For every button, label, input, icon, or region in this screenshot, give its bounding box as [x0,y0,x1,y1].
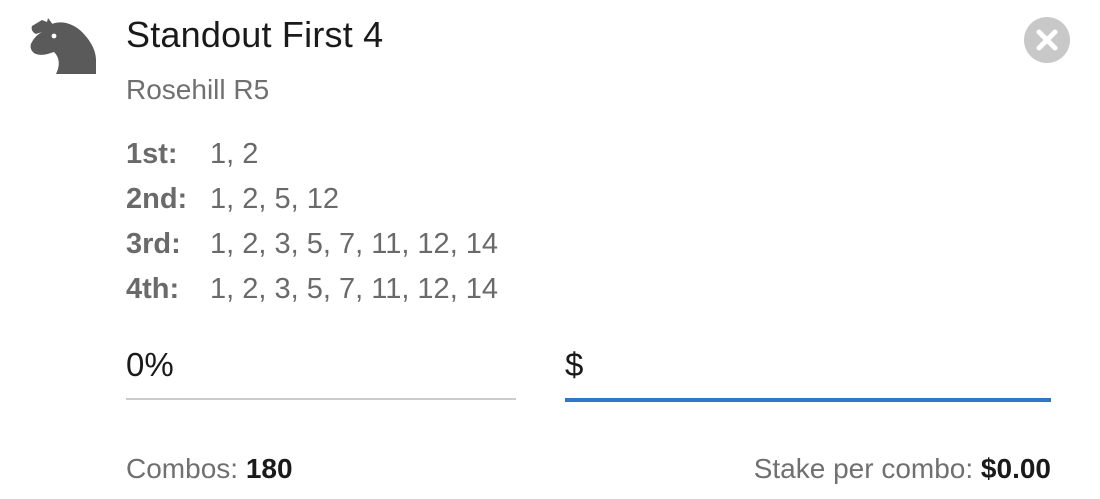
runner-numbers: 1, 2 [210,138,259,170]
percentage-value: 0% [126,346,174,383]
combos-label: Combos: [126,453,239,484]
runner-numbers: 1, 2, 5, 12 [210,183,339,215]
horse-head-icon [26,16,98,76]
selection-row-4th: 4th: 1, 2, 3, 5, 7, 11, 12, 14 [126,271,498,316]
selections-list: 1st: 1, 2 2nd: 1, 2, 5, 12 3rd: 1, 2, 3, 5,… [126,136,498,316]
close-icon [1036,29,1058,51]
position-label: 3rd: [126,228,181,260]
position-label: 1st: [126,138,178,170]
stake-per-combo-label: Stake per combo: [753,453,974,484]
runner-numbers: 1, 2, 3, 5, 7, 11, 12, 14 [210,228,499,260]
percentage-input[interactable]: 0% [126,338,516,400]
stake-input[interactable]: $ [565,338,1051,402]
runner-numbers: 1, 2, 3, 5, 7, 11, 12, 14 [210,273,499,305]
selection-row-1st: 1st: 1, 2 [126,136,498,181]
stake-per-combo-value: $0.00 [980,453,1051,484]
close-button[interactable] [1024,17,1070,63]
selection-row-2nd: 2nd: 1, 2, 5, 12 [126,181,498,226]
stake-per-combo-summary: Stake per combo: $0.00 [754,453,1051,485]
currency-prefix: $ [565,346,584,383]
combos-summary: Combos: 180 [126,453,293,485]
selection-row-3rd: 3rd: 1, 2, 3, 5, 7, 11, 12, 14 [126,226,498,271]
position-label: 4th: [126,273,180,305]
bet-title: Standout First 4 [126,14,384,55]
race-subtitle: Rosehill R5 [126,74,270,105]
combos-value: 180 [245,453,293,484]
position-label: 2nd: [126,183,188,215]
